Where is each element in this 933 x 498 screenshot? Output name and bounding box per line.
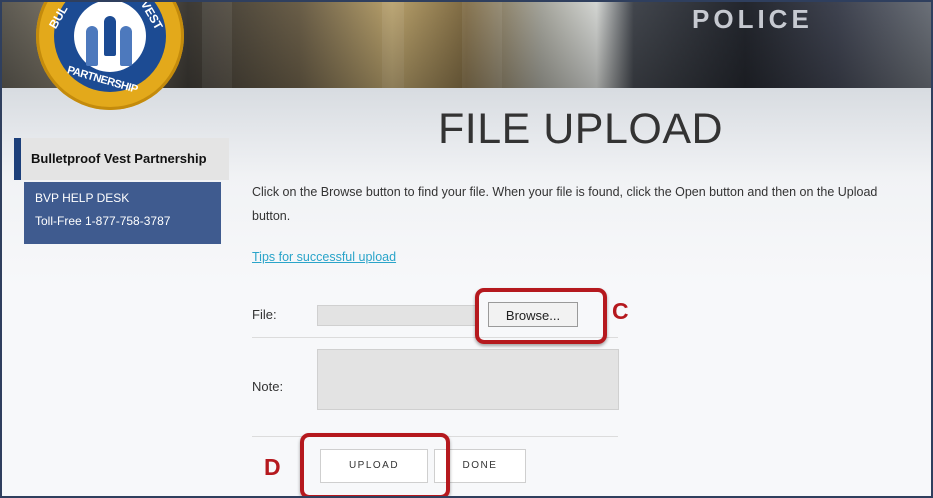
upload-instructions: Click on the Browse button to find your … <box>252 185 878 223</box>
note-label: Note: <box>252 379 284 394</box>
sidebar-title[interactable]: Bulletproof Vest Partnership <box>14 138 229 180</box>
note-field[interactable] <box>317 349 619 410</box>
tips-link[interactable]: Tips for successful upload <box>252 250 396 264</box>
callout-d-box <box>300 433 450 496</box>
annotation-c: C <box>612 298 629 324</box>
annotation-d: D <box>264 454 281 480</box>
banner-police-text: POLICE <box>692 4 813 34</box>
file-label: File: <box>252 307 277 322</box>
file-path-field[interactable] <box>317 305 479 326</box>
page-title: FILE UPLOAD <box>438 105 724 153</box>
toll-free-number: Toll-Free 1-877-758-3787 <box>35 214 171 228</box>
help-desk-label: BVP HELP DESK <box>35 191 130 205</box>
screenshot-frame: POLICE BUL VEST PARTNERSHIP Bulletproof … <box>0 0 933 498</box>
callout-c-box <box>475 288 607 344</box>
help-desk-panel: BVP HELP DESK Toll-Free 1-877-758-3787 <box>24 182 221 244</box>
